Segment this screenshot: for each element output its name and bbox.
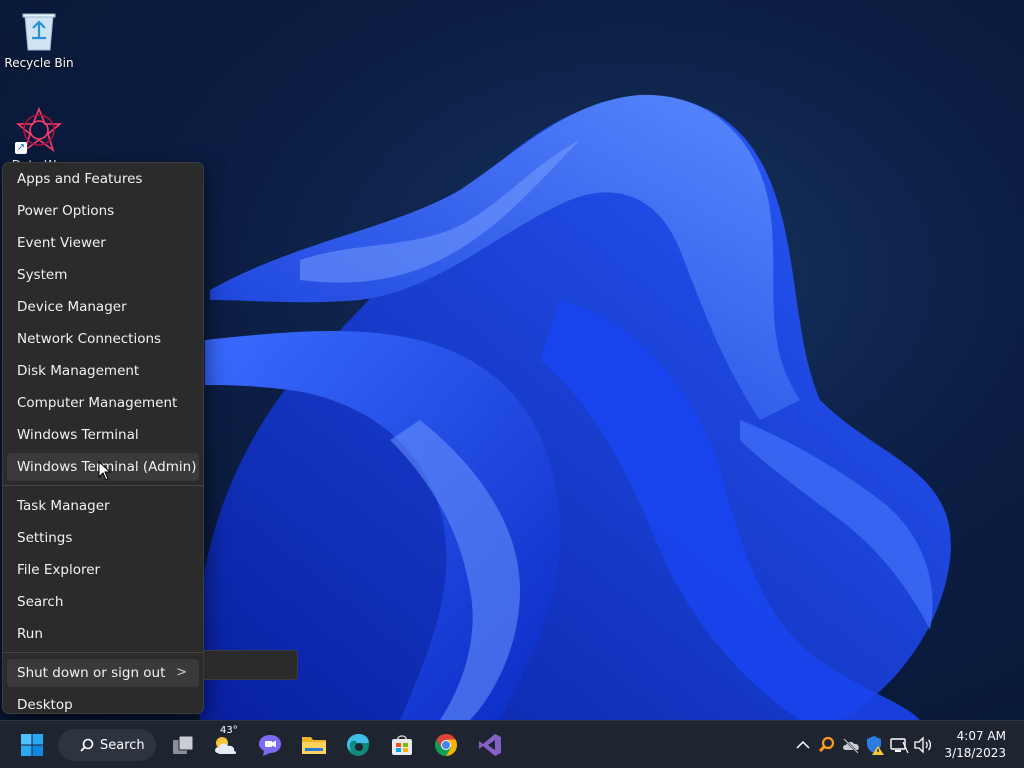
visual-studio-icon [479, 734, 501, 756]
menu-separator [3, 652, 203, 653]
taskbar-clock[interactable]: 4:07 AM 3/18/2023 [944, 728, 1006, 762]
store-button[interactable] [384, 727, 420, 763]
menu-item-desktop[interactable]: Desktop [7, 691, 199, 719]
menu-item-device-manager[interactable]: Device Manager [7, 293, 199, 321]
start-button[interactable] [14, 727, 50, 763]
menu-item-settings[interactable]: Settings [7, 524, 199, 552]
mouse-cursor-icon [98, 461, 112, 481]
chat-button[interactable] [252, 727, 288, 763]
task-view-button[interactable] [165, 727, 201, 763]
menu-item-computer-management[interactable]: Computer Management [7, 389, 199, 417]
shutdown-submenu[interactable] [204, 650, 298, 680]
winx-context-menu: Apps and Features Power Options Event Vi… [2, 162, 204, 714]
menu-item-power-options[interactable]: Power Options [7, 197, 199, 225]
cloud-offline-icon[interactable] [840, 734, 862, 756]
menu-item-disk-management[interactable]: Disk Management [7, 357, 199, 385]
recycle-bin-icon [22, 13, 56, 51]
edge-button[interactable] [340, 727, 376, 763]
clock-time: 4:07 AM [956, 729, 1006, 743]
weather-widget[interactable]: 43° [208, 725, 244, 763]
taskbar: Search 43° 4:07 AM 3/18/2023 [0, 720, 1024, 768]
security-shield-icon[interactable] [864, 734, 886, 756]
chevron-right-icon: > [176, 665, 187, 680]
chrome-button[interactable] [428, 727, 464, 763]
weather-temperature: 43° [220, 725, 238, 736]
desktop-icon-recycle-bin[interactable]: Recycle Bin [1, 8, 77, 70]
volume-icon[interactable] [912, 734, 934, 756]
search-tool-icon[interactable] [816, 734, 838, 756]
taskbar-search[interactable]: Search [58, 729, 156, 761]
menu-item-run[interactable]: Run [7, 620, 199, 648]
desktop-icon-label: Recycle Bin [4, 56, 74, 70]
chevron-up-icon[interactable] [792, 734, 814, 756]
task-view-icon [173, 735, 194, 754]
file-explorer-icon [302, 737, 326, 754]
shortcut-arrow-icon: ↗ [15, 142, 27, 154]
file-explorer-button[interactable] [296, 727, 332, 763]
menu-separator [3, 485, 203, 486]
network-icon[interactable] [888, 734, 910, 756]
search-icon [80, 738, 94, 752]
menu-item-system[interactable]: System [7, 261, 199, 289]
menu-item-task-manager[interactable]: Task Manager [7, 492, 199, 520]
menu-item-event-viewer[interactable]: Event Viewer [7, 229, 199, 257]
menu-item-search[interactable]: Search [7, 588, 199, 616]
store-icon [392, 735, 412, 755]
menu-item-apps-and-features[interactable]: Apps and Features [7, 165, 199, 193]
visual-studio-button[interactable] [472, 727, 508, 763]
menu-item-label: Shut down or sign out [17, 665, 166, 681]
search-label: Search [100, 737, 145, 753]
edge-icon [347, 734, 369, 756]
chat-icon [259, 735, 281, 756]
system-tray [792, 721, 934, 768]
weather-icon [215, 737, 237, 754]
menu-item-windows-terminal[interactable]: Windows Terminal [7, 421, 199, 449]
menu-item-file-explorer[interactable]: File Explorer [7, 556, 199, 584]
menu-item-shut-down-or-sign-out[interactable]: Shut down or sign out > [7, 659, 199, 687]
menu-item-network-connections[interactable]: Network Connections [7, 325, 199, 353]
chrome-icon [435, 734, 457, 756]
clock-date: 3/18/2023 [944, 746, 1006, 760]
windows-start-icon [21, 734, 43, 756]
